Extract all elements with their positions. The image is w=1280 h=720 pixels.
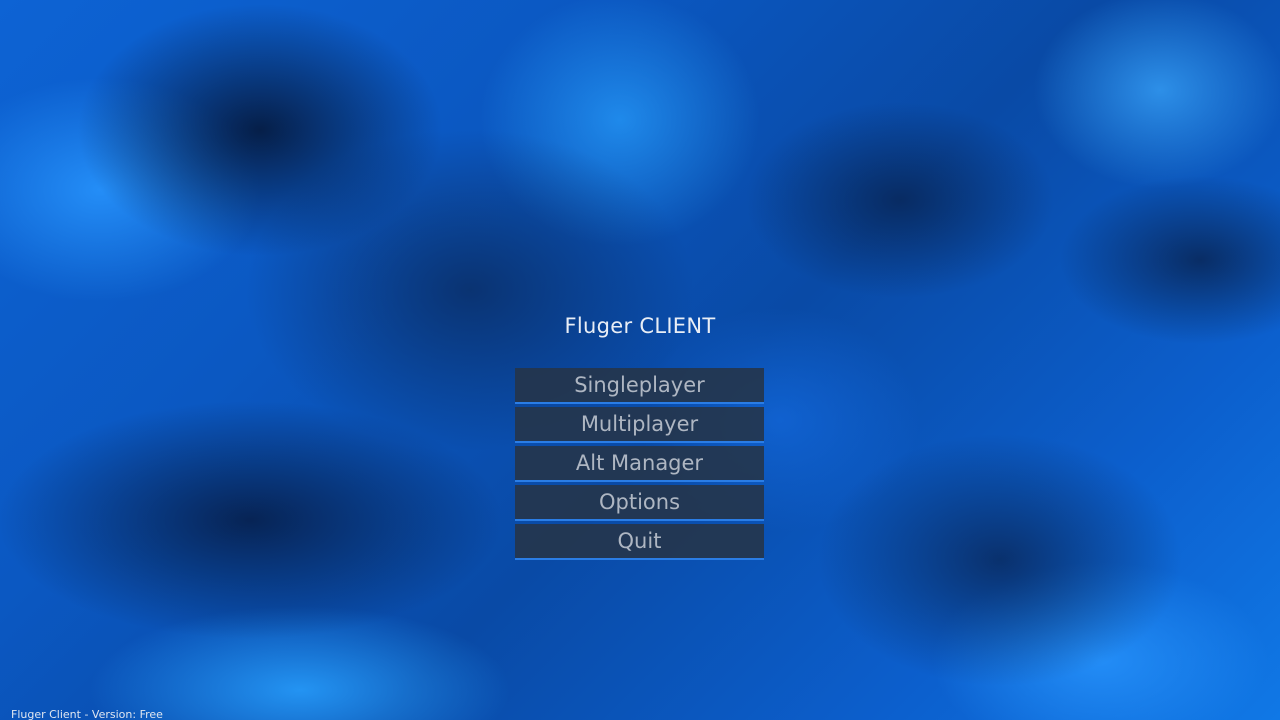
alt-manager-button[interactable]: Alt Manager	[515, 446, 764, 482]
version-label: Fluger Client - Version: Free	[11, 708, 163, 720]
main-menu: Singleplayer Multiplayer Alt Manager Opt…	[515, 368, 764, 563]
multiplayer-button[interactable]: Multiplayer	[515, 407, 764, 443]
options-button[interactable]: Options	[515, 485, 764, 521]
client-title: Fluger CLIENT	[564, 314, 716, 338]
quit-button[interactable]: Quit	[515, 524, 764, 560]
main-menu-screen: Fluger CLIENT Singleplayer Multiplayer A…	[0, 0, 1280, 720]
singleplayer-button[interactable]: Singleplayer	[515, 368, 764, 404]
